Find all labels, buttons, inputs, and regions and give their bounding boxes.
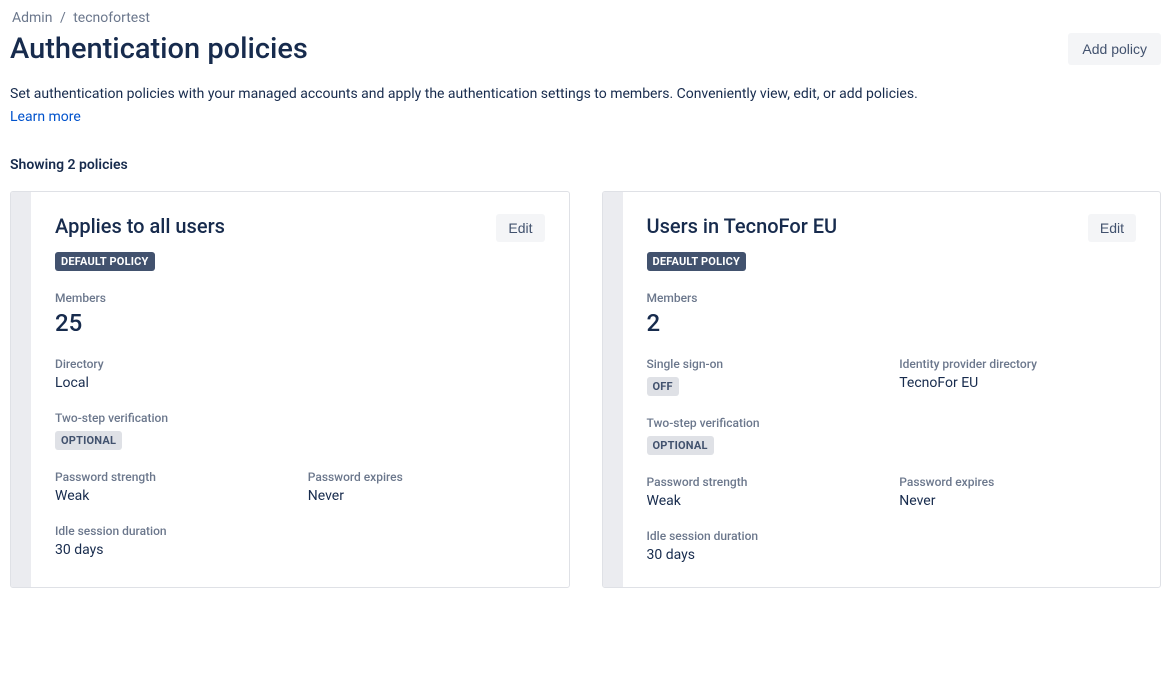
- idle-session-label: Idle session duration: [647, 529, 1137, 543]
- default-policy-badge: DEFAULT POLICY: [647, 252, 747, 271]
- sso-badge: OFF: [647, 377, 679, 396]
- directory-label: Directory: [55, 357, 545, 371]
- policy-cards: Applies to all users Edit DEFAULT POLICY…: [10, 191, 1161, 588]
- password-strength-value: Weak: [55, 488, 292, 504]
- page-title: Authentication policies: [10, 32, 308, 66]
- sso-label: Single sign-on: [647, 357, 884, 371]
- learn-more-link[interactable]: Learn more: [10, 109, 81, 125]
- breadcrumb-org[interactable]: tecnofortest: [73, 10, 150, 26]
- directory-value: Local: [55, 375, 545, 391]
- policy-count: Showing 2 policies: [10, 157, 1161, 173]
- card-accent: [11, 192, 31, 587]
- two-step-label: Two-step verification: [647, 416, 1137, 430]
- card-accent: [603, 192, 623, 587]
- policy-title: Applies to all users: [55, 214, 225, 238]
- idp-directory-value: TecnoFor EU: [899, 375, 1136, 391]
- add-policy-button[interactable]: Add policy: [1068, 33, 1161, 65]
- two-step-badge: OPTIONAL: [55, 431, 122, 450]
- members-label: Members: [55, 291, 545, 305]
- idle-session-value: 30 days: [647, 547, 1137, 563]
- edit-button[interactable]: Edit: [1088, 214, 1136, 242]
- members-value: 2: [647, 309, 1137, 337]
- password-strength-value: Weak: [647, 493, 884, 509]
- breadcrumb-admin[interactable]: Admin: [12, 10, 52, 26]
- two-step-label: Two-step verification: [55, 411, 545, 425]
- password-strength-label: Password strength: [647, 475, 884, 489]
- idp-directory-label: Identity provider directory: [899, 357, 1136, 371]
- default-policy-badge: DEFAULT POLICY: [55, 252, 155, 271]
- members-value: 25: [55, 309, 545, 337]
- breadcrumb-separator: /: [60, 10, 66, 26]
- page-description: Set authentication policies with your ma…: [10, 86, 1161, 102]
- password-expires-label: Password expires: [899, 475, 1136, 489]
- idle-session-value: 30 days: [55, 542, 545, 558]
- page-header: Authentication policies Add policy: [10, 32, 1161, 66]
- policy-title: Users in TecnoFor EU: [647, 214, 838, 238]
- breadcrumb: Admin / tecnofortest: [10, 10, 1161, 26]
- edit-button[interactable]: Edit: [496, 214, 544, 242]
- password-strength-label: Password strength: [55, 470, 292, 484]
- password-expires-value: Never: [899, 493, 1136, 509]
- policy-card: Applies to all users Edit DEFAULT POLICY…: [10, 191, 570, 588]
- two-step-badge: OPTIONAL: [647, 436, 714, 455]
- password-expires-label: Password expires: [308, 470, 545, 484]
- idle-session-label: Idle session duration: [55, 524, 545, 538]
- password-expires-value: Never: [308, 488, 545, 504]
- policy-card: Users in TecnoFor EU Edit DEFAULT POLICY…: [602, 191, 1162, 588]
- members-label: Members: [647, 291, 1137, 305]
